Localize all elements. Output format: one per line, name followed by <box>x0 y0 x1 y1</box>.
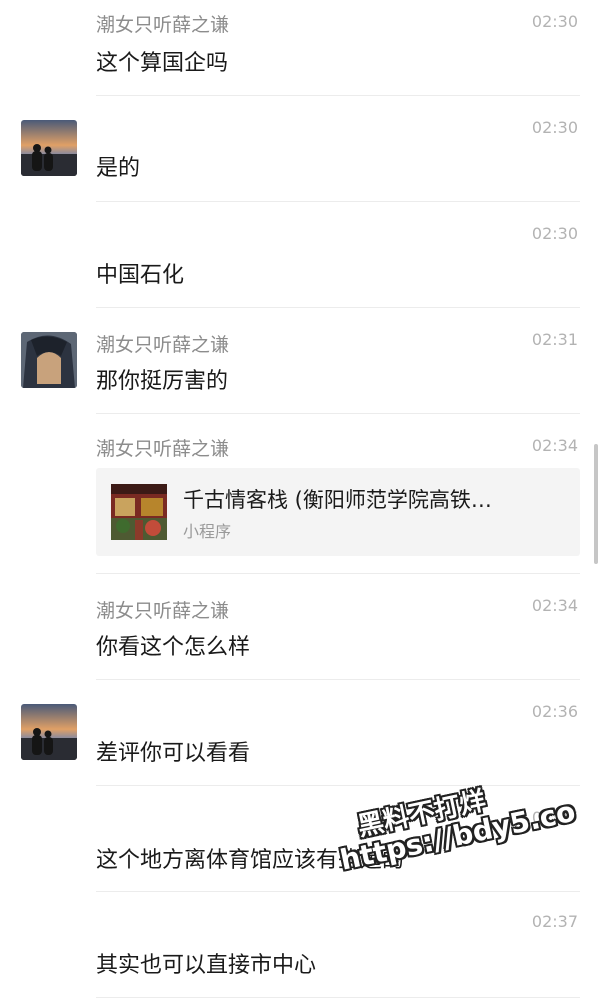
sender-name: 潮女只听薛之谦 <box>96 14 230 36</box>
message-item[interactable]: 02:37 其实也可以直接市中心 <box>0 892 600 998</box>
inn-photo-thumbnail <box>111 484 167 540</box>
message-item[interactable]: 潮女只听薛之谦 02:34 你看这个怎么样 <box>0 574 600 680</box>
message-text: 是的 <box>96 156 141 181</box>
chat-history: 潮女只听薛之谦 02:30 这个算国企吗 02:30 是的 02:30 中国石化 <box>0 0 600 1006</box>
message-text: 中国石化 <box>96 263 185 288</box>
message-item[interactable]: 02:30 是的 <box>0 96 600 202</box>
message-item[interactable]: 潮女只听薛之谦 02:31 那你挺厉害的 <box>0 308 600 414</box>
message-time: 02:30 <box>531 12 578 31</box>
sunset-couple-icon <box>21 704 77 760</box>
message-text: 其实也可以直接市中心 <box>96 953 317 978</box>
message-time: 02:31 <box>531 330 578 349</box>
avatar[interactable] <box>21 704 77 760</box>
message-time: 02:34 <box>531 596 578 615</box>
avatar[interactable] <box>21 120 77 176</box>
message-time: 02:30 <box>531 224 578 243</box>
sender-name: 潮女只听薛之谦 <box>96 600 230 622</box>
mini-program-card[interactable]: 千古情客栈 (衡阳师范学院高铁… 小程序 <box>96 468 580 556</box>
message-text: 你看这个怎么样 <box>96 635 251 660</box>
message-time: 02:36 <box>531 702 578 721</box>
card-title: 千古情客栈 (衡阳师范学院高铁… <box>183 488 492 512</box>
avatar[interactable] <box>21 332 77 388</box>
sender-name: 潮女只听薛之谦 <box>96 334 230 356</box>
message-item: 潮女只听薛之谦 02:34 千古情客栈 (衡阳师范学院高铁… 小程序 <box>0 414 600 574</box>
message-time: 02:34 <box>531 436 578 455</box>
message-item[interactable]: 潮女只听薛之谦 02:30 这个算国企吗 <box>0 0 600 96</box>
message-time: 02:30 <box>531 118 578 137</box>
inn-photo-icon <box>111 484 167 540</box>
message-time: 02:37 <box>531 912 578 931</box>
hooded-girl-icon <box>21 332 77 388</box>
divider <box>96 997 580 998</box>
card-type-label: 小程序 <box>183 522 232 541</box>
message-text: 那你挺厉害的 <box>96 369 229 394</box>
message-text: 差评你可以看看 <box>96 741 251 766</box>
message-item[interactable]: 02:30 中国石化 <box>0 202 600 308</box>
message-text: 这个算国企吗 <box>96 51 229 76</box>
sender-name: 潮女只听薛之谦 <box>96 438 230 460</box>
sunset-couple-icon <box>21 120 77 176</box>
message-item[interactable]: 02:36 差评你可以看看 <box>0 680 600 786</box>
scrollbar[interactable] <box>594 444 598 564</box>
